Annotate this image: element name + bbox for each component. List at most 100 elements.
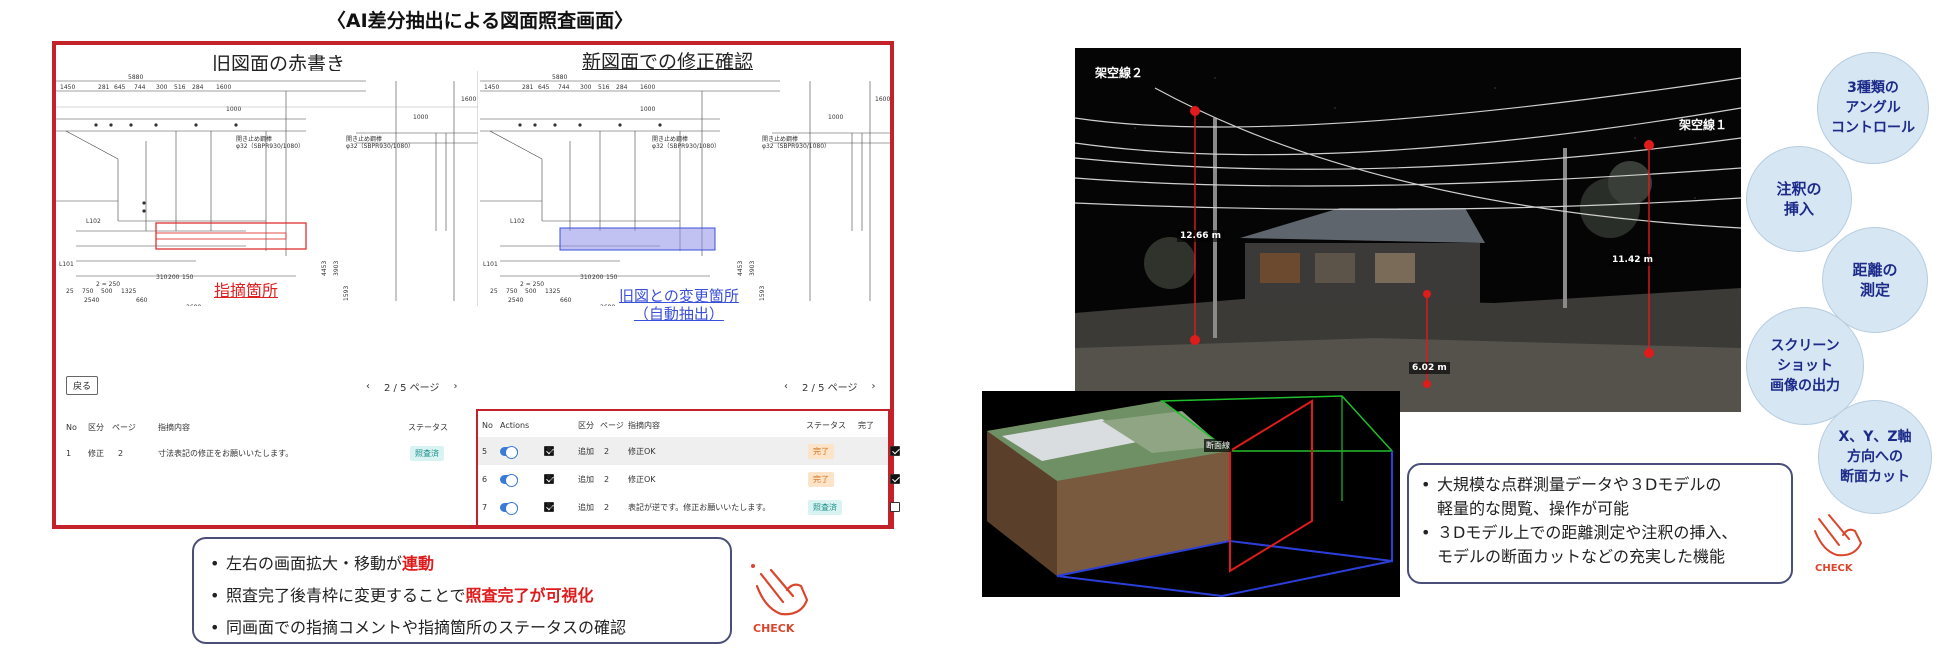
- svg-text:L102: L102: [510, 218, 525, 225]
- svg-text:744: 744: [558, 84, 570, 91]
- note-line-3: 同画面での指摘コメントや指摘箇所のステータスの確認: [204, 612, 730, 644]
- col-actions: Actions: [500, 420, 530, 430]
- svg-text:660: 660: [560, 297, 572, 304]
- svg-text:φ32（SBPR930/1080）: φ32（SBPR930/1080）: [236, 143, 304, 150]
- old-drawing-image: 5880 1450 281 645 744 300 516 284 1600 1000 開…: [56, 71, 478, 306]
- svg-text:開き止め鋼棒: 開き止め鋼棒: [236, 135, 272, 143]
- svg-text:2680: 2680: [600, 304, 615, 306]
- svg-text:φ32（SBPR930/1080）: φ32（SBPR930/1080）: [762, 143, 830, 150]
- svg-text:25: 25: [66, 288, 74, 295]
- svg-text:L102: L102: [86, 218, 101, 225]
- viewer-features-note: 大規模な点群測量データや３Dモデルの 軽量的な閲覧、操作が可能 ３Dモデル上での…: [1407, 463, 1793, 584]
- check-hand-icon: CHECK: [1805, 505, 1875, 575]
- svg-text:310: 310: [156, 274, 168, 281]
- svg-text:516: 516: [598, 84, 610, 91]
- svg-text:25: 25: [490, 288, 498, 295]
- diff-annotation: 旧図との変更箇所 （自動抽出）: [619, 287, 739, 323]
- row-content: 寸法表記の修正をお願いいたします。: [158, 448, 294, 458]
- svg-text:CHECK: CHECK: [1815, 563, 1854, 574]
- svg-text:744: 744: [134, 84, 146, 91]
- svg-text:500: 500: [101, 288, 113, 295]
- row-page: 2: [118, 448, 124, 458]
- table-row[interactable]: 6 ✎ 追加 2 修正OK 完了: [478, 465, 900, 493]
- svg-text:4453: 4453: [321, 261, 328, 276]
- main-title: 〈AI差分抽出による図面照査画面〉: [326, 10, 634, 32]
- svg-text:300: 300: [156, 84, 168, 91]
- svg-text:L101: L101: [483, 261, 498, 268]
- feature-angle-control: 3種類の アングル コントロール: [1817, 52, 1929, 164]
- complete-checkbox[interactable]: [890, 474, 900, 484]
- col-page: ページ: [600, 420, 624, 430]
- edit-pencil-icon[interactable]: ✎: [546, 446, 554, 457]
- svg-text:310: 310: [580, 274, 592, 281]
- col-status: ステータス: [408, 422, 448, 432]
- 3d-model-scene: [987, 395, 1394, 597]
- svg-text:750: 750: [82, 288, 94, 295]
- col-page: ページ: [112, 422, 136, 432]
- point-cloud-viewer[interactable]: 架空線２ 架空線１ 12.66 m 11.42 m 6.02 m: [1075, 48, 1741, 412]
- status-badge: 完了: [808, 443, 834, 459]
- col-content: 指摘内容: [628, 420, 660, 430]
- diff-annotation-line1: 旧図との変更箇所: [619, 287, 739, 305]
- table-row[interactable]: 5 ✎ 追加 2 修正OK 完了: [478, 437, 900, 465]
- svg-text:1325: 1325: [121, 288, 136, 295]
- col-status: ステータス: [806, 420, 846, 430]
- svg-text:1000: 1000: [640, 106, 655, 113]
- row-kubun: 追加: [578, 502, 594, 512]
- next-page-button[interactable]: ›: [453, 381, 457, 392]
- svg-text:660: 660: [136, 297, 148, 304]
- svg-text:開き止め鋼棒: 開き止め鋼棒: [652, 135, 688, 143]
- svg-text:1000: 1000: [413, 114, 428, 121]
- old-drawing-canvas[interactable]: 5880 1450 281 645 744 300 516 284 1600 1000 開…: [56, 71, 478, 306]
- col-no: No: [482, 420, 493, 430]
- svg-text:1600: 1600: [216, 84, 231, 91]
- prev-page-button[interactable]: ‹: [784, 381, 788, 392]
- back-button[interactable]: 戻る: [66, 376, 99, 395]
- note-line-2: 照査完了後青枠に変更することで照査完了が可視化: [204, 580, 730, 612]
- new-drawing-canvas[interactable]: 5880 1450 281 645 744 300 516 284 1600 1000 開…: [480, 71, 890, 306]
- table-row[interactable]: 1 修正 2 寸法表記の修正をお願いいたします。 照査済: [60, 439, 470, 467]
- svg-text:150: 150: [606, 274, 618, 281]
- complete-checkbox[interactable]: [890, 502, 900, 512]
- next-page-button[interactable]: ›: [871, 381, 875, 392]
- row-no: 6: [482, 474, 488, 484]
- svg-text:150: 150: [182, 274, 194, 281]
- status-badge: 完了: [808, 471, 834, 487]
- status-badge: 照査済: [808, 499, 842, 515]
- svg-text:1325: 1325: [545, 288, 560, 295]
- edit-pencil-icon[interactable]: ✎: [546, 502, 554, 513]
- svg-text:5880: 5880: [552, 74, 567, 81]
- svg-text:1593: 1593: [343, 286, 350, 301]
- visibility-toggle[interactable]: [500, 445, 518, 459]
- svg-text:1450: 1450: [484, 84, 499, 91]
- col-kubun: 区分: [578, 420, 594, 430]
- note-line-1: 大規模な点群測量データや３Dモデルの 軽量的な閲覧、操作が可能: [1415, 473, 1791, 521]
- svg-text:200: 200: [592, 274, 604, 281]
- col-complete: 完了: [858, 420, 874, 430]
- svg-text:3903: 3903: [749, 261, 756, 276]
- 3d-model-viewer[interactable]: 断面線: [982, 391, 1400, 597]
- svg-text:φ32（SBPR930/1080）: φ32（SBPR930/1080）: [652, 143, 720, 150]
- svg-text:645: 645: [114, 84, 126, 91]
- edit-pencil-icon[interactable]: ✎: [546, 474, 554, 485]
- visibility-toggle[interactable]: [500, 473, 518, 487]
- svg-text:200: 200: [168, 274, 180, 281]
- page-indicator: 2 / 5 ページ: [802, 383, 858, 394]
- svg-text:284: 284: [616, 84, 628, 91]
- svg-text:300: 300: [580, 84, 592, 91]
- prev-page-button[interactable]: ‹: [366, 381, 370, 392]
- review-table: No Actions 区分 ページ 指摘内容 ステータス 完了 5 ✎ 追加 2…: [476, 409, 900, 527]
- section-line-label: 断面線: [1204, 439, 1232, 452]
- point-cloud-scene: [1075, 77, 1741, 412]
- complete-checkbox[interactable]: [890, 446, 900, 456]
- distance-measurement: 11.42 m: [1609, 254, 1656, 266]
- visibility-toggle[interactable]: [500, 501, 518, 515]
- svg-text:2540: 2540: [508, 297, 523, 304]
- svg-text:開き止め鋼棒: 開き止め鋼棒: [346, 135, 382, 143]
- svg-text:φ32（SBPR930/1080）: φ32（SBPR930/1080）: [346, 143, 414, 150]
- table-row[interactable]: 7 ✎ 追加 2 表記が逆です。修正お願いいたします。 照査済: [478, 493, 900, 521]
- row-content: 表記が逆です。修正お願いいたします。: [628, 502, 771, 512]
- svg-text:281: 281: [522, 84, 534, 91]
- wire-label-1: 架空線１: [1679, 118, 1728, 132]
- row-kubun: 追加: [578, 474, 594, 484]
